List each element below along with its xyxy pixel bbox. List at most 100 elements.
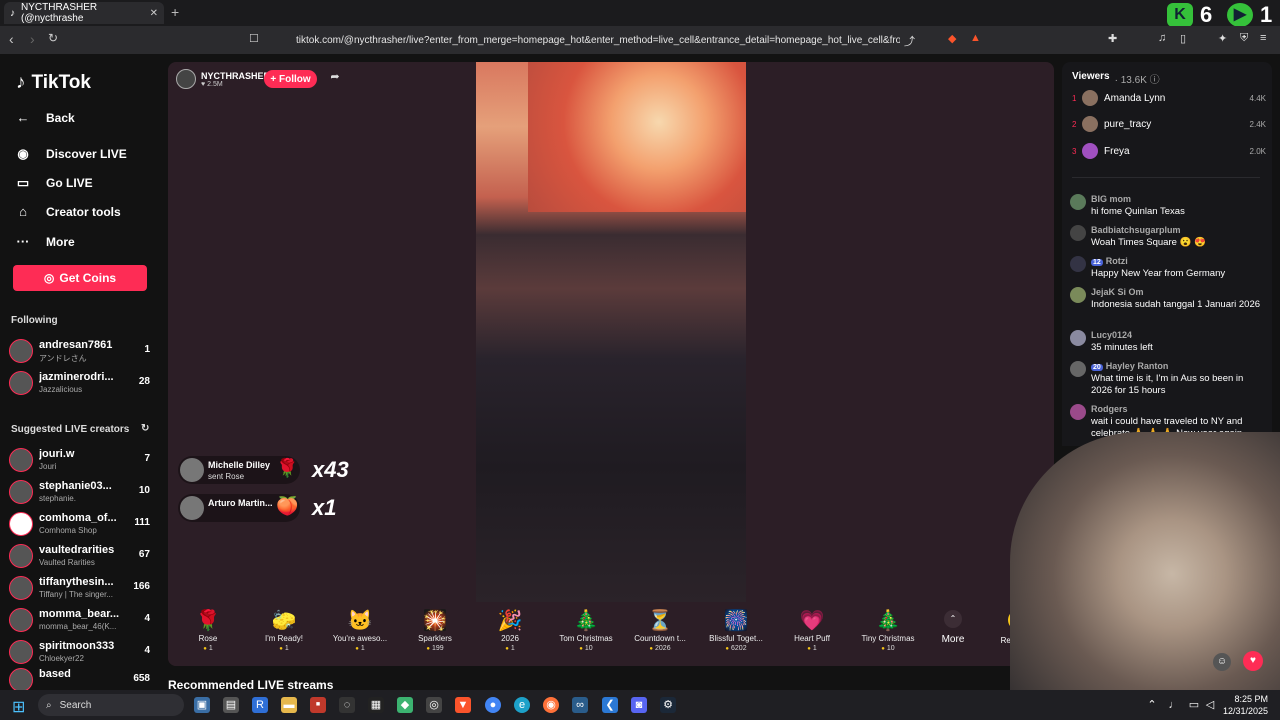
edge-icon[interactable]: e (514, 697, 530, 713)
microphone-icon[interactable]: ♩ (1166, 697, 1182, 713)
gift-youre-awesome[interactable]: 🐱 You're aweso... 1 (323, 608, 397, 652)
gift-name: Heart Puff (794, 634, 830, 643)
taskbar-app-icon[interactable]: ◎ (426, 697, 442, 713)
windows-taskbar: ⊞ ⌕ Search ▣ ▤ R ▬ ■ ◌ ▦ ◆ ◎ ▼ ● e ◉ ∞ ❮… (0, 690, 1280, 720)
gift-tom-christmas[interactable]: 🎄 Tom Christmas 10 (549, 608, 623, 652)
viewers-header[interactable]: Viewers · 13.6K ⓘ (1072, 71, 1160, 86)
menu-icon[interactable]: ≡ (1260, 32, 1266, 44)
gift-sparklers[interactable]: 🎇 Sparklers 199 (398, 608, 472, 652)
suggested-account[interactable]: stephanie03... stephanie. 10 (9, 478, 153, 506)
comment-user: Hayley Ranton (1105, 361, 1169, 371)
avatar (1070, 256, 1086, 272)
account-name: andresan7861 (39, 339, 113, 351)
taskbar-app-icon[interactable]: ◌ (339, 697, 355, 713)
gift-blissful-together[interactable]: 🎆 Blissful Toget... 6202 (699, 608, 773, 652)
brave-rewards-icon[interactable]: ▲ (970, 32, 981, 44)
avatar (1082, 116, 1098, 132)
live-player[interactable]: NYCTHRASHER ♥ 2.5M + Follow ➦ Michelle D… (168, 62, 1054, 666)
menu-discover-live[interactable]: ◉ Discover LIVE (14, 146, 126, 162)
tiktok-logo[interactable]: ♪ TikTok (16, 72, 91, 94)
live-video[interactable] (476, 62, 746, 602)
following-account[interactable]: andresan7861 アンドレさん 1 (9, 337, 153, 365)
account-sub: Jazzalicious (39, 385, 83, 394)
firefox-icon[interactable]: ◉ (543, 697, 559, 713)
follow-button[interactable]: + Follow (264, 70, 317, 88)
gift-heart-puff[interactable]: 💗 Heart Puff 1 (775, 608, 849, 652)
url-field[interactable]: tiktok.com/@nycthrasher/live?enter_from_… (270, 29, 900, 51)
gift-countdown[interactable]: ⏳ Countdown t... 2026 (623, 608, 697, 652)
top-viewer[interactable]: 1 Amanda Lynn 4.4K (1072, 89, 1266, 107)
avatar (1070, 287, 1086, 303)
suggested-account[interactable]: spiritmoon333 Chloekyer22 4 (9, 638, 153, 666)
gift-rose[interactable]: 🌹 Rose 1 (171, 608, 245, 652)
brave-shield-icon[interactable]: ◆ (948, 32, 956, 45)
share-icon[interactable]: ➦ (325, 70, 345, 88)
share-url-icon[interactable]: ⤴ (904, 33, 915, 49)
streamer-avatar[interactable] (176, 69, 196, 89)
taskbar-app-icon[interactable]: ▣ (194, 697, 210, 713)
gift-tiny-christmas[interactable]: 🎄 Tiny Christmas 10 (851, 608, 925, 652)
menu-back-label: Back (46, 110, 75, 125)
taskbar-app-icon[interactable]: ■ (310, 697, 326, 713)
more-gifts-button[interactable]: ⌃ More (938, 610, 968, 645)
viewer-count: 28 (138, 376, 150, 387)
suggested-account[interactable]: jouri.w Jouri 7 (9, 446, 153, 474)
new-tab-icon[interactable]: + (171, 4, 179, 20)
close-tab-icon[interactable]: ✕ (150, 8, 158, 19)
like-heart-icon[interactable]: ♥ (1243, 651, 1263, 671)
forward-nav-icon[interactable]: › (30, 31, 35, 47)
suggested-account[interactable]: comhoma_of... Comhoma Shop 111 (9, 510, 153, 538)
gift-2026[interactable]: 🎉 2026 1 (473, 608, 547, 652)
chrome-icon[interactable]: ● (485, 697, 501, 713)
sidebar-toggle-icon[interactable]: ▯ (1180, 32, 1186, 45)
chevron-up-icon[interactable]: ⌃ (1144, 697, 1160, 713)
gift-icon: 🎆 (723, 610, 749, 632)
gift-name: I'm Ready! (265, 634, 303, 643)
taskbar-app-icon[interactable]: ∞ (572, 697, 588, 713)
streamer-info[interactable]: NYCTHRASHER ♥ 2.5M (176, 69, 270, 89)
browser-tab[interactable]: ♪ NYCTHRASHER (@nycthrashe ✕ (4, 2, 164, 24)
gift-im-ready[interactable]: 🧽 I'm Ready! 1 (247, 608, 321, 652)
bookmark-icon[interactable]: ☐ (249, 32, 259, 45)
account-sub: Vaulted Rarities (39, 558, 95, 567)
live-icon: ◉ (17, 146, 29, 161)
menu-back[interactable]: ← Back (14, 110, 75, 125)
menu-go-live[interactable]: ▭ Go LIVE (14, 175, 93, 191)
emoji-icon[interactable]: ☺ (1213, 653, 1231, 671)
game-overlay-logo-icon: K (1167, 3, 1193, 27)
following-heading: Following (11, 315, 58, 326)
taskbar-clock[interactable]: 8:25 PM 12/31/2025 (1223, 693, 1268, 717)
search-label: Search (59, 699, 92, 711)
media-icon[interactable]: ♫ (1158, 32, 1166, 44)
taskbar-app-icon[interactable]: ▦ (368, 697, 384, 713)
refresh-icon[interactable]: ↻ (141, 423, 149, 434)
suggested-account[interactable]: vaultedrarities Vaulted Rarities 67 (9, 542, 153, 570)
discord-icon[interactable]: ◙ (631, 697, 647, 713)
brave-browser-icon[interactable]: ▼ (455, 697, 471, 713)
extensions-icon[interactable]: ✚ (1108, 32, 1117, 45)
suggested-account[interactable]: momma_bear... momma_bear_46(K... 4 (9, 606, 153, 634)
account-sub: アンドレさん (39, 354, 87, 363)
taskbar-app-icon[interactable]: R (252, 697, 268, 713)
vscode-icon[interactable]: ❮ (602, 697, 618, 713)
suggested-account[interactable]: tiffanythesin... Tiffany | The singer...… (9, 574, 153, 602)
menu-more[interactable]: ··· More (14, 234, 75, 249)
vpn-icon[interactable]: ⛨ (1240, 32, 1248, 45)
taskbar-app-icon[interactable]: ▤ (223, 697, 239, 713)
menu-creator-tools[interactable]: ⌂ Creator tools (14, 204, 121, 219)
get-coins-button[interactable]: ◎ Get Coins (13, 265, 147, 291)
reload-icon[interactable]: ↻ (48, 31, 58, 45)
network-icon[interactable]: ▭ (1186, 697, 1202, 713)
taskbar-search[interactable]: ⌕ Search (38, 694, 184, 716)
back-nav-icon[interactable]: ‹ (9, 31, 14, 47)
taskbar-app-icon[interactable]: ◆ (397, 697, 413, 713)
windows-start-icon[interactable]: ⊞ (12, 697, 25, 717)
menu-creator-label: Creator tools (46, 204, 121, 219)
following-account[interactable]: jazminerodri... Jazzalicious 28 (9, 369, 153, 397)
volume-icon[interactable]: ◁ (1202, 697, 1218, 713)
file-explorer-icon[interactable]: ▬ (281, 697, 297, 713)
steam-icon[interactable]: ⚙ (660, 697, 676, 713)
top-viewer[interactable]: 3 Freya 2.0K (1072, 142, 1266, 160)
leo-ai-icon[interactable]: ✦ (1218, 32, 1227, 45)
top-viewer[interactable]: 2 pure_tracy 2.4K (1072, 115, 1266, 133)
